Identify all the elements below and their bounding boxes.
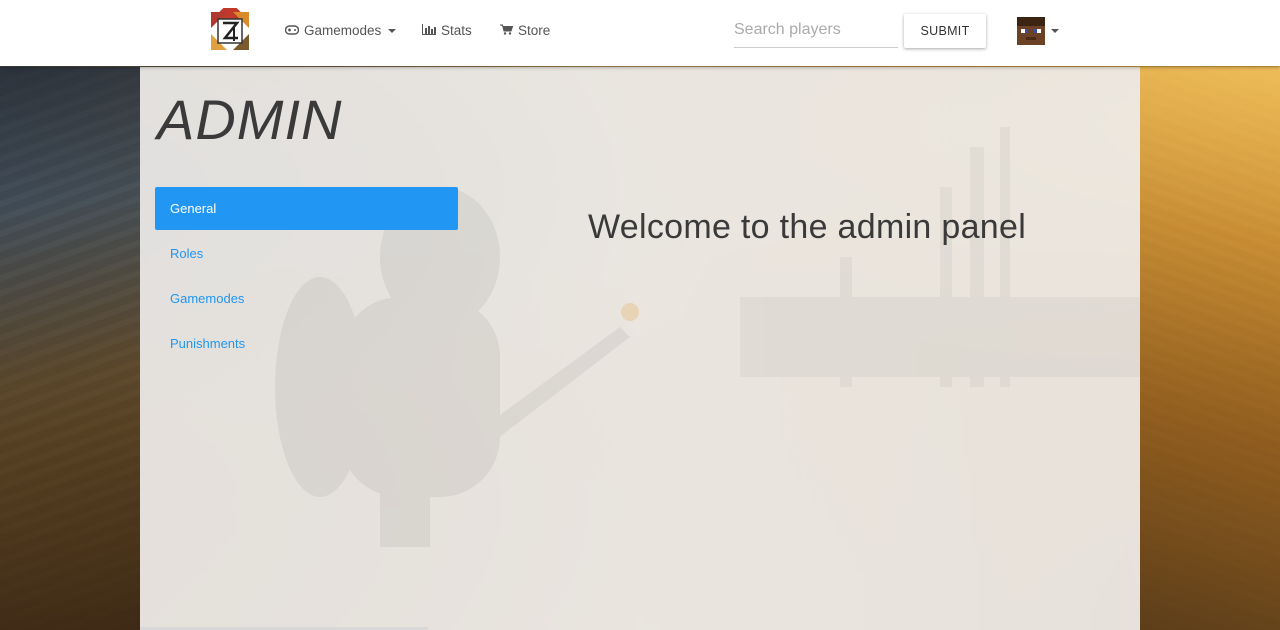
sidebar-item-roles[interactable]: Roles bbox=[155, 232, 458, 275]
sidebar-item-punishments[interactable]: Punishments bbox=[155, 322, 458, 365]
avatar bbox=[1017, 17, 1045, 45]
chevron-down-icon bbox=[1051, 29, 1059, 33]
user-menu[interactable] bbox=[1017, 17, 1059, 45]
nav-stats[interactable]: Stats bbox=[422, 23, 472, 38]
submit-button[interactable]: SUBMIT bbox=[904, 14, 986, 48]
chevron-down-icon bbox=[388, 28, 397, 33]
nav-gamemodes[interactable]: Gamemodes bbox=[284, 23, 397, 38]
gamepad-icon bbox=[284, 23, 300, 38]
nav-store[interactable]: Store bbox=[500, 23, 550, 38]
shopping-cart-icon bbox=[500, 23, 514, 38]
top-navbar: Gamemodes Stats Store SUBMIT bbox=[0, 0, 1280, 66]
nav-gamemodes-label: Gamemodes bbox=[304, 23, 382, 38]
page-title: ADMIN bbox=[157, 88, 343, 151]
sidebar-item-general[interactable]: General bbox=[155, 187, 458, 230]
welcome-heading: Welcome to the admin panel bbox=[588, 208, 1027, 246]
search-players-input[interactable] bbox=[734, 13, 898, 48]
background-left-art bbox=[0, 67, 140, 630]
nav-store-label: Store bbox=[518, 23, 551, 38]
site-logo[interactable] bbox=[207, 1, 253, 54]
admin-sidebar: General Roles Gamemodes Punishments bbox=[155, 187, 458, 367]
bar-chart-icon bbox=[422, 23, 436, 38]
nav-stats-label: Stats bbox=[441, 23, 472, 38]
sidebar-item-gamemodes[interactable]: Gamemodes bbox=[155, 277, 458, 320]
background-right-art bbox=[1140, 67, 1280, 630]
